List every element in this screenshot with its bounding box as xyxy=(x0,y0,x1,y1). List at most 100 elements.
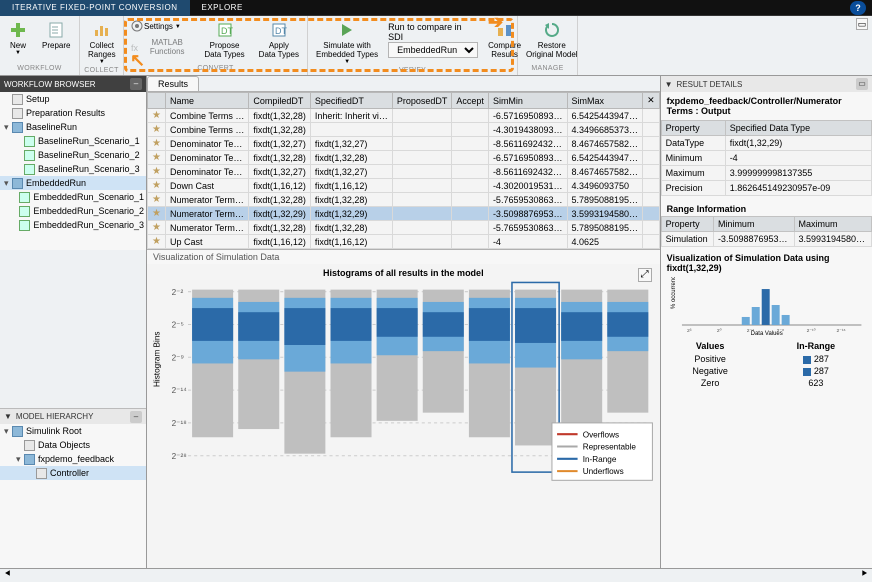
column-header[interactable]: SimMin xyxy=(488,93,567,109)
svg-text:fx: fx xyxy=(131,43,139,53)
table-cell: 4.0625 xyxy=(567,235,643,249)
run-compare-select[interactable]: EmbeddedRun_Sce… xyxy=(388,42,478,58)
table-cell: 8.4674657582… xyxy=(567,137,643,151)
tree-item[interactable]: BaselineRun_Scenario_1 xyxy=(0,134,146,148)
help-button[interactable]: ? xyxy=(850,1,866,15)
propose-data-types-button[interactable]: DT Propose Data Types xyxy=(200,18,248,61)
table-cell: fixdt(1,32,28) xyxy=(310,221,392,235)
column-header[interactable]: Accept xyxy=(452,93,489,109)
column-header[interactable]: CompiledDT xyxy=(249,93,311,109)
table-row[interactable]: ★Numerator Term…fixdt(1,32,28)fixdt(1,32… xyxy=(148,193,660,207)
table-cell xyxy=(452,207,489,221)
tree-item-label: Preparation Results xyxy=(26,108,105,118)
ribbon-popout-icon[interactable]: ▭ xyxy=(856,18,868,30)
table-row[interactable]: ★Combine Terms …fixdt(1,32,28)Inherit: I… xyxy=(148,109,660,123)
close-icon[interactable]: ✕ xyxy=(643,93,660,109)
column-header[interactable]: SpecifiedDT xyxy=(310,93,392,109)
status-bar: ⯇ ⯈ xyxy=(0,568,872,582)
ribbon: New▼ Prepare WORKFLOW Collect Ranges▼ CO… xyxy=(0,16,872,76)
play-icon xyxy=(337,20,357,40)
collapse-icon[interactable]: – xyxy=(130,411,142,423)
folder-icon xyxy=(12,426,23,437)
table-row[interactable]: ★Denominator Te…fixdt(1,32,27)fixdt(1,32… xyxy=(148,165,660,179)
table-cell: fixdt(1,32,28) xyxy=(310,193,392,207)
table-cell xyxy=(392,165,452,179)
table-cell xyxy=(452,235,489,249)
svg-text:2⁻²⁸: 2⁻²⁸ xyxy=(172,452,187,461)
prepare-button[interactable]: Prepare xyxy=(38,18,74,52)
tree-item[interactable]: BaselineRun_Scenario_2 xyxy=(0,148,146,162)
result-details-header: ▼RESULT DETAILS ▭ xyxy=(661,76,872,92)
new-button[interactable]: New▼ xyxy=(4,18,32,58)
scroll-left-icon[interactable]: ⯇ xyxy=(4,569,12,582)
doc-icon xyxy=(24,440,35,451)
popout-icon[interactable]: ▭ xyxy=(856,78,868,90)
row-star: ★ xyxy=(148,193,166,207)
settings-button[interactable]: Settings▼ xyxy=(128,18,194,35)
tree-item-label: BaselineRun_Scenario_2 xyxy=(38,150,140,160)
table-cell xyxy=(392,193,452,207)
tree-item[interactable]: ▾fxpdemo_feedback xyxy=(0,452,146,466)
gear-icon xyxy=(130,19,144,33)
table-row[interactable]: ★Denominator Te…fixdt(1,32,28)fixdt(1,32… xyxy=(148,151,660,165)
matlab-functions-button[interactable]: fx MATLAB Functions xyxy=(128,37,194,57)
table-cell: 3.5993194580… xyxy=(567,207,643,221)
viz-area: Histograms of all results in the model ⤢… xyxy=(147,264,660,582)
table-row[interactable]: ★Denominator Te…fixdt(1,32,27)fixdt(1,32… xyxy=(148,137,660,151)
tree-item[interactable]: BaselineRun_Scenario_3 xyxy=(0,162,146,176)
tree-item[interactable]: Setup xyxy=(0,92,146,106)
tree-item[interactable]: ▾BaselineRun xyxy=(0,120,146,134)
column-header[interactable]: ProposedDT xyxy=(392,93,452,109)
tab-iterative[interactable]: ITERATIVE FIXED-POINT CONVERSION xyxy=(0,0,190,16)
svg-text:2⁻¹⁶: 2⁻¹⁶ xyxy=(836,328,845,334)
table-row[interactable]: ★Up Castfixdt(1,16,12)fixdt(1,16,12)-44.… xyxy=(148,235,660,249)
table-row[interactable]: ★Down Castfixdt(1,16,12)fixdt(1,16,12)-4… xyxy=(148,179,660,193)
column-header[interactable] xyxy=(148,93,166,109)
table-row[interactable]: ★Numerator Term…fixdt(1,32,28)fixdt(1,32… xyxy=(148,221,660,235)
tree-item-label: Simulink Root xyxy=(26,426,82,436)
tree-item-label: EmbeddedRun_Scenario_2 xyxy=(33,206,144,216)
apply-data-types-button[interactable]: DT Apply Data Types xyxy=(255,18,303,61)
restore-original-button[interactable]: Restore Original Model xyxy=(522,18,582,61)
table-row[interactable]: ★Combine Terms …fixdt(1,32,28)-4.3019438… xyxy=(148,123,660,137)
svg-text:% occurrences: % occurrences xyxy=(671,277,677,309)
leaf-icon xyxy=(24,164,35,175)
tree-item[interactable]: Preparation Results xyxy=(0,106,146,120)
svg-text:DT: DT xyxy=(275,26,287,36)
tree-item[interactable]: Data Objects xyxy=(0,438,146,452)
collect-ranges-button[interactable]: Collect Ranges▼ xyxy=(84,18,120,67)
column-header[interactable]: Name xyxy=(165,93,248,109)
svg-text:2⁰: 2⁰ xyxy=(716,328,721,334)
table-cell: -8.5611692432… xyxy=(488,165,567,179)
column-header[interactable]: SimMax xyxy=(567,93,643,109)
table-row[interactable]: ★Numerator Term…fixdt(1,32,29)fixdt(1,32… xyxy=(148,207,660,221)
tree-item[interactable]: Controller xyxy=(0,466,146,480)
simulate-embedded-button[interactable]: Simulate with Embedded Types▼ xyxy=(312,18,382,67)
table-cell: -4.3019438093… xyxy=(488,123,567,137)
tree-item-label: Controller xyxy=(50,468,89,478)
tree-item[interactable]: EmbeddedRun_Scenario_2 xyxy=(0,204,146,218)
props-table: PropertySpecified Data Type DataTypefixd… xyxy=(661,120,872,196)
tree-item[interactable]: EmbeddedRun_Scenario_1 xyxy=(0,190,146,204)
row-star: ★ xyxy=(148,123,166,137)
scroll-right-icon[interactable]: ⯈ xyxy=(860,569,868,582)
row-star: ★ xyxy=(148,179,166,193)
range-info-label: Range Information xyxy=(661,200,872,216)
tab-results[interactable]: Results xyxy=(147,76,199,91)
tab-explore[interactable]: EXPLORE xyxy=(190,0,255,16)
tree-item[interactable]: EmbeddedRun_Scenario_3 xyxy=(0,218,146,232)
propose-icon: DT xyxy=(215,20,235,40)
model-hierarchy-tree: ▾Simulink RootData Objects▾fxpdemo_feedb… xyxy=(0,424,146,582)
table-cell xyxy=(643,235,660,249)
svg-text:2³: 2³ xyxy=(687,328,692,334)
table-cell xyxy=(310,123,392,137)
table-cell: 4.3496093750 xyxy=(567,179,643,193)
table-cell xyxy=(392,137,452,151)
table-cell xyxy=(643,165,660,179)
tree-item[interactable]: ▾Simulink Root xyxy=(0,424,146,438)
row-star: ★ xyxy=(148,235,166,249)
collapse-icon[interactable]: – xyxy=(130,78,142,90)
table-cell xyxy=(452,151,489,165)
table-cell: fixdt(1,32,27) xyxy=(310,165,392,179)
tree-item[interactable]: ▾EmbeddedRun xyxy=(0,176,146,190)
